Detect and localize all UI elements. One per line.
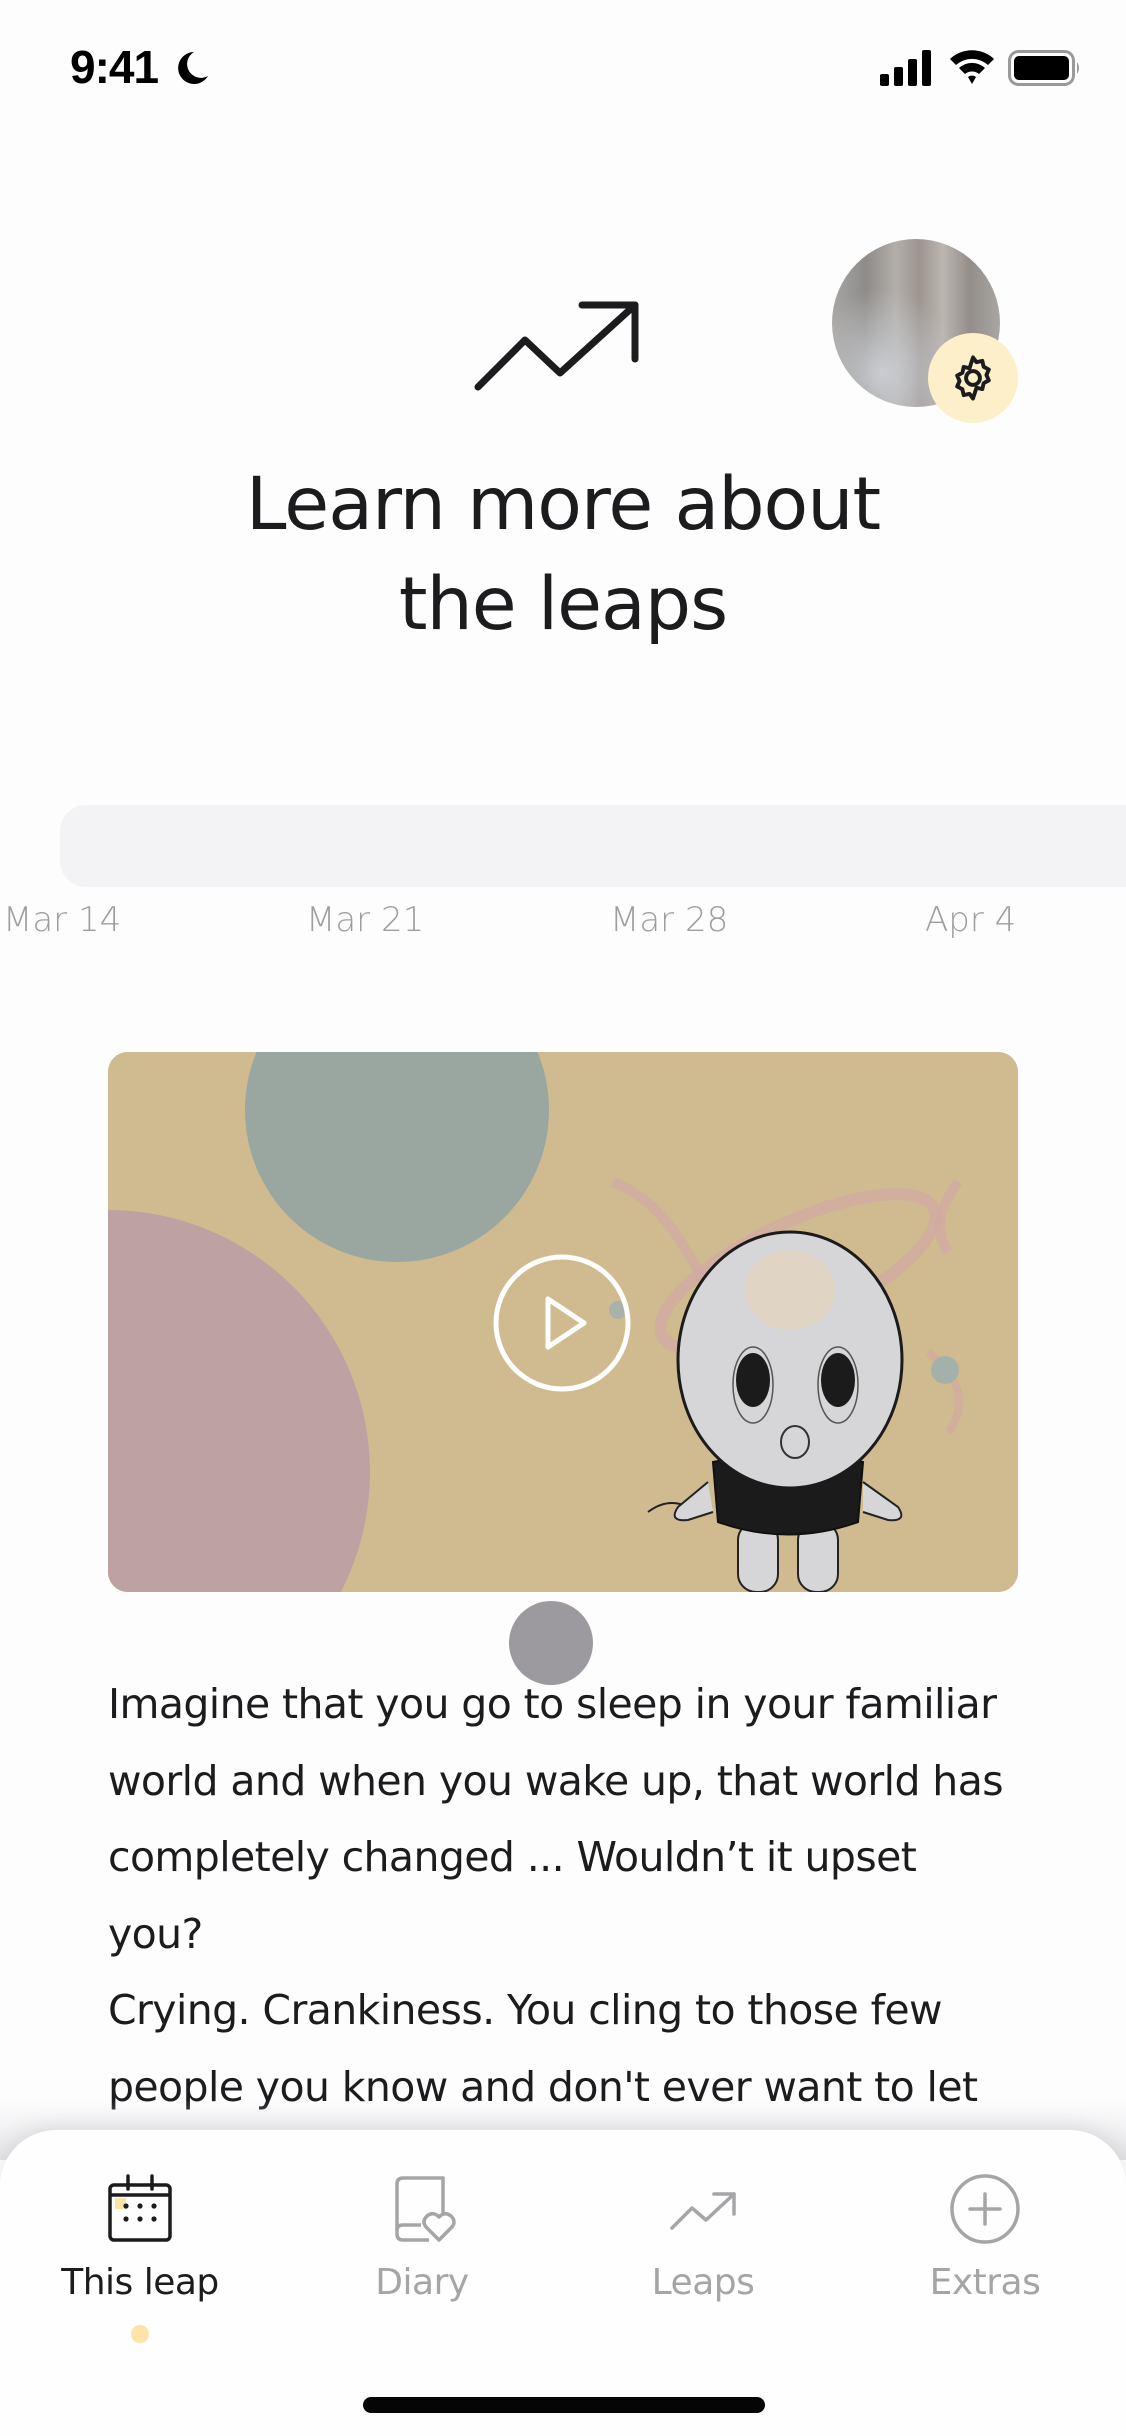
page-title: Learn more about the leaps [0,455,1126,655]
gear-icon [955,355,991,401]
tab-this-leap[interactable]: This leap [10,2160,270,2310]
settings-button[interactable] [928,333,1018,423]
timeline-track[interactable] [60,805,1126,887]
timeline-date: Mar 28 [610,900,729,940]
tab-extras[interactable]: Extras [855,2160,1115,2310]
play-icon [545,1296,587,1350]
home-indicator[interactable] [363,2397,765,2413]
diary-heart-icon [395,2176,456,2242]
tab-leaps[interactable]: Leaps [573,2160,833,2310]
cellular-signal-icon [880,50,931,86]
moon-icon [178,52,208,84]
wifi-icon [950,50,994,84]
title-line-2: the leaps [398,562,728,647]
play-button[interactable] [492,1253,632,1393]
status-time: 9:41 [70,41,159,93]
tab-label: Diary [375,2262,469,2303]
timeline-date: Mar 14 [3,900,122,940]
title-line-1: Learn more about [245,462,881,547]
timeline-date: Mar 21 [306,900,425,940]
plus-circle-icon [950,2174,1020,2244]
battery-icon [1008,50,1079,86]
tab-label: Extras [929,2262,1041,2303]
article-line: Crying. Crankiness. You cling to those f… [108,1986,943,2034]
tab-diary[interactable]: Diary [292,2160,552,2310]
tab-label: This leap [61,2262,219,2303]
article-line: Imagine that you go to sleep in your fam… [108,1680,997,1728]
article-line: world and when you wake up, that world h… [108,1756,1004,1805]
tab-label: Leaps [651,2262,755,2303]
trend-up-icon [474,301,639,391]
calendar-icon [108,2174,172,2242]
article-line: completely changed ... Wouldn’t it upset… [108,1833,917,1958]
active-tab-indicator [131,2325,149,2343]
trend-up-icon [670,2192,736,2230]
timeline-date: Apr 4 [925,900,1017,940]
